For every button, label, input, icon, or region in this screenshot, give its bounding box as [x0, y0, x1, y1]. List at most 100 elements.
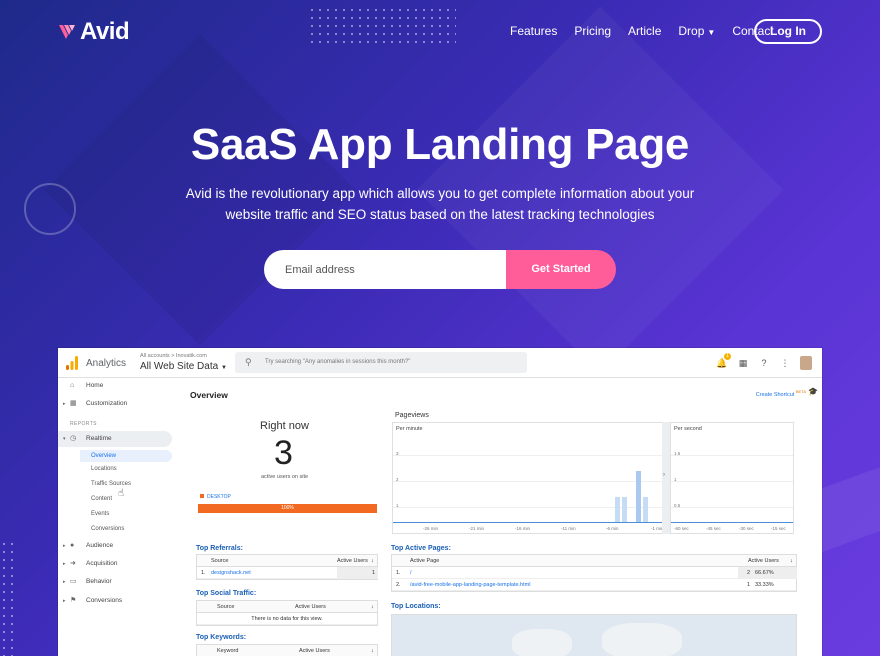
sidebar-subitem-events[interactable]: Events — [91, 511, 109, 517]
chart-collapse-handle[interactable]: › — [662, 422, 670, 534]
acquisition-icon: ➜ — [70, 560, 76, 567]
pageviews-per-second-chart: Per second 1.5 1 0.5 -60 sec -45 sec -30… — [670, 422, 794, 534]
avatar[interactable] — [800, 356, 812, 370]
pageviews-per-minute-chart: Per minute 3 2 1 -26 min -21 min -16 min… — [392, 422, 668, 534]
table-row: 1. designshack.net 1 — [197, 567, 378, 579]
nav-dropdown-label: Drop — [678, 24, 705, 38]
column-header[interactable]: Active Users — [299, 645, 330, 656]
nav-dropdown-drop[interactable]: Drop ▼ — [678, 24, 715, 38]
gridline — [671, 481, 793, 482]
active-users-value: 1 — [746, 582, 750, 588]
y-tick: 1.5 — [674, 451, 681, 456]
logo[interactable]: Avid — [58, 18, 130, 46]
nav-link-features[interactable]: Features — [510, 24, 557, 38]
create-shortcut-link[interactable]: Create Shortcut BETA — [756, 389, 806, 398]
account-breadcrumb[interactable]: All accounts > Inovatik.com — [140, 353, 207, 359]
sidebar-subitem-traffic-sources[interactable]: Traffic Sources — [91, 481, 131, 487]
analytics-product-name: Analytics — [86, 358, 127, 369]
column-header[interactable]: Active Users — [748, 555, 779, 567]
sort-arrow-icon[interactable]: ↓ — [371, 601, 374, 613]
x-tick: -16 min — [515, 526, 531, 531]
bell-icon[interactable]: 🔔 1 — [716, 353, 731, 369]
bar — [622, 497, 627, 523]
sort-arrow-icon[interactable]: ↓ — [371, 555, 374, 567]
column-header[interactable]: Source — [211, 555, 228, 567]
analytics-topbar: Analytics All accounts > Inovatik.com Al… — [58, 348, 822, 378]
x-tick: -15 sec — [771, 526, 786, 531]
get-started-button[interactable]: Get Started — [506, 250, 616, 289]
nav-link-pricing[interactable]: Pricing — [574, 24, 611, 38]
active-page-link[interactable]: /avid-free-mobile-app-landing-page-templ… — [410, 579, 530, 591]
shortcut-label: Create Shortcut — [755, 391, 795, 398]
view-selector[interactable]: All Web Site Data ▼ — [140, 361, 227, 372]
section-title: Top Referrals: — [196, 545, 243, 552]
column-header[interactable]: Active Users — [337, 555, 368, 567]
right-now-label: Right now — [260, 420, 309, 432]
email-input[interactable] — [264, 250, 516, 289]
x-tick: -26 min — [423, 526, 439, 531]
more-vert-icon[interactable]: ⋮ — [779, 357, 791, 369]
sidebar-item-label: Audience — [86, 542, 114, 549]
sidebar-item-customization[interactable]: ▸ ▦ Customization — [58, 396, 172, 412]
section-title: Top Locations: — [391, 603, 441, 610]
table-row: 1. / 2 66.67% — [392, 567, 797, 579]
search-icon: ⚲ — [245, 357, 252, 367]
sidebar-section-header: REPORTS — [70, 421, 97, 427]
map-landmass — [512, 629, 572, 656]
locations-map[interactable] — [391, 614, 797, 656]
column-header[interactable]: Active Users — [295, 601, 326, 613]
sidebar-item-home[interactable]: ⌂ Home — [58, 378, 172, 394]
table-header: Keyword Active Users ↓ — [197, 645, 377, 656]
caret-down-icon: ▼ — [707, 28, 716, 37]
sort-arrow-icon[interactable]: ↓ — [371, 645, 374, 656]
chevron-right-icon: ▸ — [63, 401, 66, 407]
sidebar-subitem-locations[interactable]: Locations — [91, 466, 117, 472]
sidebar-item-realtime[interactable]: ▾ ◷ Realtime — [58, 431, 172, 447]
x-axis — [671, 522, 793, 523]
sidebar-item-conversions[interactable]: ▸ ⚑ Conversions — [58, 593, 172, 609]
circle-decoration — [24, 183, 76, 235]
chart-label: Per second — [674, 426, 702, 432]
row-number: 1. — [201, 570, 206, 576]
x-tick: -60 sec — [674, 526, 689, 531]
active-users-value: 1 — [337, 567, 378, 579]
beta-badge: BETA — [795, 389, 806, 394]
referral-source-link[interactable]: designshack.net — [211, 567, 251, 579]
section-title: Top Social Traffic: — [196, 590, 257, 597]
x-tick: -6 min — [606, 526, 619, 531]
column-header[interactable]: Keyword — [217, 645, 238, 656]
logo-icon — [59, 25, 75, 39]
bar — [643, 497, 648, 523]
table-row: 2. /avid-free-mobile-app-landing-page-te… — [392, 579, 796, 591]
topbar-icons: 🔔 1 ▦ ? ⋮ — [716, 353, 812, 370]
apps-grid-icon[interactable]: ▦ — [737, 357, 749, 369]
active-users-label: active users on site — [261, 474, 309, 480]
top-navbar: Avid Features Pricing Article Drop ▼ Cont… — [0, 0, 880, 62]
nav-link-article[interactable]: Article — [628, 24, 661, 38]
social-table: Source Active Users ↓ There is no data f… — [196, 600, 378, 626]
flag-icon: ⚑ — [70, 597, 77, 604]
sort-arrow-icon[interactable]: ↓ — [790, 555, 793, 567]
chevron-down-icon: ▾ — [63, 436, 66, 442]
hero-title: SaaS App Landing Page — [190, 120, 690, 169]
empty-state: There is no data for this view. — [197, 613, 377, 625]
analytics-search-bar[interactable]: ⚲ Try searching "Any anomalies in sessio… — [235, 352, 527, 373]
signup-form: Get Started — [264, 250, 616, 289]
sidebar-item-behavior[interactable]: ▸ ▭ Behavior — [58, 574, 172, 590]
person-icon: ● — [70, 542, 75, 549]
login-button[interactable]: Log In — [754, 19, 822, 44]
sidebar-item-audience[interactable]: ▸ ● Audience — [58, 538, 172, 554]
sidebar-item-label: Acquisition — [86, 560, 118, 567]
help-icon[interactable]: ? — [758, 357, 770, 369]
graduation-cap-icon[interactable]: 🎓 — [808, 387, 818, 396]
map-landmass — [602, 623, 682, 656]
column-header[interactable]: Source — [217, 601, 234, 613]
column-header[interactable]: Active Page — [410, 555, 439, 567]
active-page-link[interactable]: / — [410, 567, 412, 579]
bar — [636, 471, 641, 523]
sidebar-subitem-overview[interactable]: Overview — [80, 450, 172, 462]
sidebar-subitem-conversions[interactable]: Conversions — [91, 526, 124, 532]
sidebar-subitem-content[interactable]: Content — [91, 496, 112, 502]
sidebar-item-label: Behavior — [86, 578, 112, 585]
sidebar-item-acquisition[interactable]: ▸ ➜ Acquisition — [58, 556, 172, 572]
